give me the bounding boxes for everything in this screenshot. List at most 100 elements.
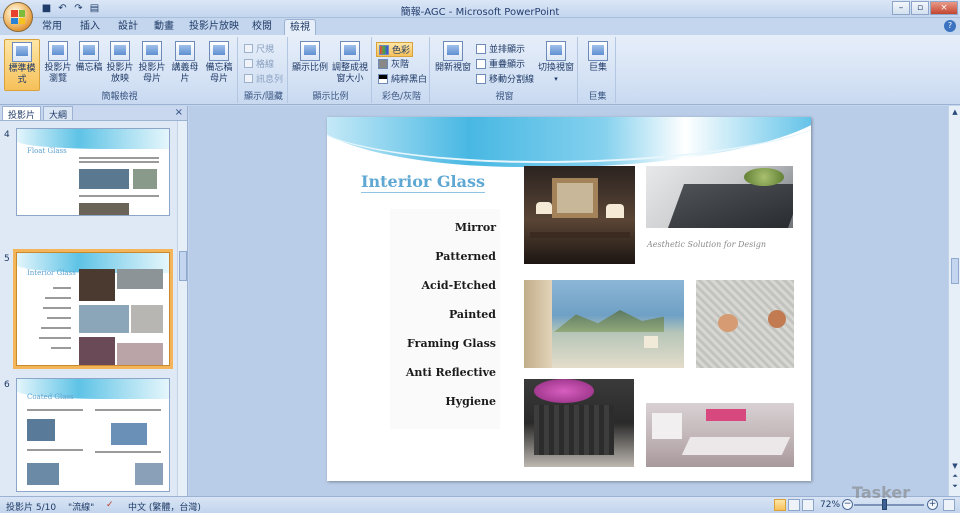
- help-icon[interactable]: ?: [944, 20, 956, 32]
- previous-slide-icon[interactable]: ⏶: [951, 472, 959, 480]
- text-line: [79, 161, 159, 163]
- text-line: [45, 297, 71, 299]
- new-window-label: 開新視窗: [434, 63, 471, 73]
- switch-windows-button[interactable]: 切換視窗 ▾: [536, 39, 576, 91]
- slideshow-label: 投影片放映: [106, 63, 134, 84]
- arrange-all-button[interactable]: 並排顯示: [476, 42, 525, 55]
- message-bar-checkbox[interactable]: 訊息列: [244, 72, 283, 85]
- pure-black-white-button[interactable]: 純粹黑白: [378, 72, 427, 85]
- fit-slide-icon[interactable]: [943, 499, 955, 511]
- next-slide-icon[interactable]: ⏷: [951, 482, 959, 490]
- save-icon[interactable]: ■: [40, 2, 53, 15]
- move-split-button[interactable]: 移動分割線: [476, 72, 534, 85]
- tab-outline[interactable]: 大綱: [43, 106, 74, 121]
- list-item[interactable]: Mirror: [455, 221, 496, 234]
- photo-placeholder: [79, 337, 115, 365]
- ruler-checkbox[interactable]: 尺規: [244, 42, 274, 55]
- scroll-up-icon[interactable]: ▲: [951, 108, 959, 116]
- slide-editor: Interior Glass Mirror Patterned Acid-Etc…: [189, 106, 948, 496]
- cascade-button[interactable]: 重疊顯示: [476, 57, 525, 70]
- maximize-button[interactable]: ▫: [911, 1, 929, 15]
- slide-title[interactable]: Interior Glass: [361, 172, 485, 193]
- language-indicator[interactable]: 中文 (繁體，台灣): [128, 500, 201, 513]
- notes-page-icon: [79, 41, 99, 61]
- fit-to-window-label: 調整成視窗大小: [331, 63, 368, 84]
- grayscale-label: 灰階: [391, 60, 410, 70]
- macros-button[interactable]: 巨集: [582, 39, 614, 91]
- slide-master-button[interactable]: 投影片母片: [136, 39, 168, 91]
- gridlines-checkbox[interactable]: 格線: [244, 57, 274, 70]
- slide-thumbnail[interactable]: Coated Glass: [16, 378, 170, 492]
- notes-page-label: 備忘稿: [75, 63, 103, 73]
- quick-access-toolbar: ■ ↶ ↷ ▤: [40, 2, 101, 15]
- lakeview-room-photo[interactable]: [524, 280, 684, 368]
- new-window-icon: [443, 41, 463, 61]
- slide-sorter-button[interactable]: 投影片瀏覽: [42, 39, 74, 91]
- color-label: 色彩: [392, 46, 411, 56]
- tab-view[interactable]: 檢視: [284, 19, 316, 35]
- panel-scrollbar[interactable]: [177, 121, 187, 496]
- slide-thumbnail-selected[interactable]: Interior Glass: [13, 249, 173, 369]
- text-line: [95, 451, 161, 453]
- mirror-photo[interactable]: [524, 166, 635, 264]
- slide-caption[interactable]: Aesthetic Solution for Design: [647, 240, 766, 249]
- zoom-level[interactable]: 72%: [820, 500, 840, 510]
- scroll-thumb[interactable]: [179, 251, 187, 281]
- tab-design[interactable]: 設計: [114, 19, 142, 35]
- close-icon[interactable]: ×: [175, 107, 183, 118]
- list-item[interactable]: Anti Reflective: [406, 366, 496, 379]
- zoom-in-icon[interactable]: +: [927, 499, 938, 510]
- patterned-glass-photo[interactable]: [696, 280, 794, 368]
- handout-master-button[interactable]: 講義母片: [168, 39, 202, 91]
- office-button[interactable]: [3, 2, 33, 32]
- tab-insert[interactable]: 插入: [76, 19, 104, 35]
- arrange-all-label: 並排顯示: [489, 45, 526, 55]
- notes-page-button[interactable]: 備忘稿: [74, 39, 104, 91]
- normal-view-icon[interactable]: [774, 499, 786, 511]
- minimize-button[interactable]: –: [892, 1, 910, 15]
- theme-name: "流線": [68, 503, 95, 513]
- tab-home[interactable]: 常用: [38, 19, 66, 35]
- print-icon[interactable]: ▤: [88, 2, 101, 15]
- text-line: [95, 409, 161, 411]
- painted-glass-photo[interactable]: [646, 166, 793, 228]
- slide-thumbnail[interactable]: Float Glass: [16, 128, 170, 216]
- list-item[interactable]: Framing Glass: [407, 337, 496, 350]
- hygiene-photo[interactable]: [524, 379, 634, 467]
- tab-slideshow[interactable]: 投影片放映: [188, 19, 240, 35]
- text-line: [51, 347, 71, 349]
- undo-icon[interactable]: ↶: [56, 2, 69, 15]
- list-item[interactable]: Patterned: [435, 250, 496, 263]
- redo-icon[interactable]: ↷: [72, 2, 85, 15]
- slideshow-icon[interactable]: [802, 499, 814, 511]
- close-button[interactable]: ×: [930, 1, 958, 15]
- zoom-slider[interactable]: [854, 504, 924, 506]
- zoom-button[interactable]: 顯示比例: [292, 39, 328, 91]
- scroll-thumb[interactable]: [951, 258, 959, 284]
- normal-view-icon: [12, 42, 32, 62]
- scroll-down-icon[interactable]: ▼: [951, 462, 959, 470]
- tab-animation[interactable]: 動畫: [150, 19, 178, 35]
- tab-slides[interactable]: 投影片: [2, 106, 42, 121]
- slide-sorter-icon[interactable]: [788, 499, 800, 511]
- interior-room-photo[interactable]: [646, 403, 794, 467]
- notes-master-button[interactable]: 備忘稿母片: [202, 39, 236, 91]
- group-window: 開新視窗 並排顯示 重疊顯示 移動分割線 切換視窗 ▾ 視窗: [432, 37, 578, 103]
- new-window-button[interactable]: 開新視窗: [434, 39, 472, 91]
- ruler-label: 尺規: [256, 45, 275, 55]
- editor-scrollbar[interactable]: ▲ ▼ ⏶ ⏷: [948, 106, 960, 496]
- spellcheck-icon[interactable]: ✓: [106, 500, 114, 510]
- slideshow-icon: [110, 41, 130, 61]
- tab-review[interactable]: 校閱: [248, 19, 276, 35]
- normal-view-button[interactable]: 標準模式: [4, 39, 40, 91]
- color-button[interactable]: 色彩: [376, 42, 414, 57]
- text-line: [39, 337, 71, 339]
- slide-number: 5: [4, 254, 10, 264]
- list-item[interactable]: Hygiene: [445, 395, 496, 408]
- grayscale-button[interactable]: 灰階: [378, 57, 409, 70]
- fit-to-window-button[interactable]: 調整成視窗大小: [330, 39, 370, 91]
- list-item[interactable]: Acid-Etched: [421, 279, 496, 292]
- slideshow-button[interactable]: 投影片放映: [104, 39, 136, 91]
- list-item[interactable]: Painted: [449, 308, 496, 321]
- slide-canvas[interactable]: Interior Glass Mirror Patterned Acid-Etc…: [327, 117, 811, 481]
